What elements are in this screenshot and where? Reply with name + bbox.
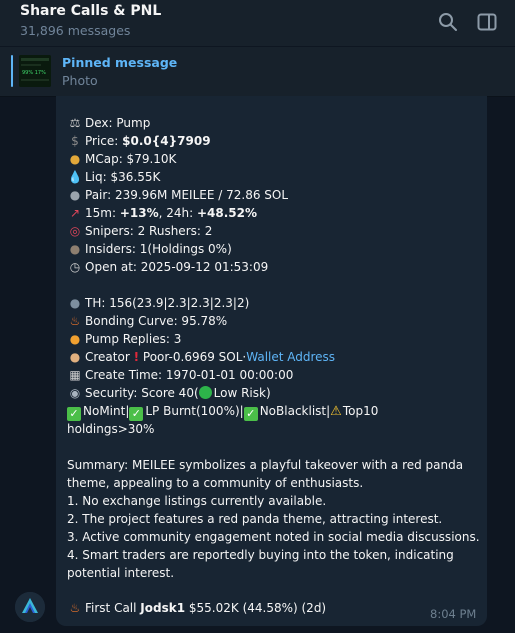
summary-line: theme, appealing to a community of enthu… <box>67 476 364 490</box>
summary-line: 3. Active community engagement noted in … <box>67 530 480 544</box>
pinned-title[interactable]: Pinned message <box>62 55 177 70</box>
first-call-user: Jodsk1 <box>140 601 186 615</box>
create-time-line: ▦ Create Time: 1970-01-01 00:00:00 <box>67 366 293 384</box>
pinned-message-bar[interactable]: 99% 17% Pinned message Photo <box>0 47 515 96</box>
dex-line: ⚖ Dex: Pump <box>67 114 151 132</box>
summary-line: Summary: MEILEE symbolizes a playful tak… <box>67 458 464 472</box>
fire-icon: ♨ <box>69 601 81 615</box>
liq-line: 💧 Liq: $36.55K <box>67 170 161 184</box>
globe-icon: ● <box>69 188 81 202</box>
green-circle-icon <box>198 386 212 399</box>
price-line: $ Price: $0.0{4}7909 <box>67 132 211 150</box>
warning-icon: ⚠ <box>330 404 342 419</box>
chart-up-icon: ↗ <box>69 206 81 220</box>
chat-header: Share Calls & PNL 31,896 messages <box>0 0 515 46</box>
target-icon: ◎ <box>69 224 81 238</box>
pinned-thumb-text: 99% 17% <box>22 70 46 76</box>
summary-line: 1. No exchange listings currently availa… <box>67 494 327 508</box>
snipers-line: ◎ Snipers: 2 Rushers: 2 <box>67 222 213 240</box>
summary-line: potential interest. <box>67 566 175 580</box>
avatar[interactable] <box>15 592 45 622</box>
dollar-icon: $ <box>71 134 79 148</box>
security-line: ◉ Security: Score 40(Low Risk) <box>67 384 271 402</box>
fire-icon: ♨ <box>69 314 81 328</box>
check-icon: ✓ <box>243 407 258 421</box>
open-at-line: ◷ Open at: 2025-09-12 01:53:09 <box>67 258 268 276</box>
check-icon: ✓ <box>67 407 81 421</box>
sidebar-toggle-icon[interactable] <box>475 10 499 34</box>
droplet-icon: 💧 <box>67 170 83 184</box>
search-icon[interactable] <box>436 10 460 34</box>
pill-icon: ● <box>69 332 81 346</box>
th-line: ● TH: 156(23.9|2.3|2.3|2.3|2) <box>67 294 250 312</box>
message-count: 31,896 messages <box>20 23 131 38</box>
chef-icon: ● <box>69 350 81 364</box>
wallet-address-link[interactable]: Wallet Address <box>246 350 335 364</box>
calendar-icon: ▦ <box>69 368 81 382</box>
replies-line: ● Pump Replies: 3 <box>67 330 182 348</box>
change-line: ↗ 15m: +13%, 24h: +48.52% <box>67 204 257 222</box>
rat-icon: ● <box>69 242 81 256</box>
mcap-line: ● MCap: $79.10K <box>67 150 177 168</box>
flags-line: ✓ NoMint| ✓ LP Burnt(100%)| ✓ NoBlacklist|⚠To… <box>67 402 378 421</box>
creator-line: ● Creator ! Poor-0.6969 SOL·Wallet Addres… <box>67 348 335 366</box>
bonding-line: ♨ Bonding Curve: 95.78% <box>67 312 228 330</box>
price-value: $0.0{4}7909 <box>122 134 211 148</box>
check-icon: ✓ <box>129 407 144 421</box>
money-bag-icon: ● <box>69 152 81 166</box>
magnifier-icon: ◉ <box>69 386 81 400</box>
first-call-line: ♨ First Call Jodsk1 $55.02K (44.58%) (2d) <box>67 599 327 617</box>
chat-title[interactable]: Share Calls & PNL <box>20 3 161 19</box>
pinned-subtitle: Photo <box>62 73 98 88</box>
flags-line-cont: holdings>30% <box>67 422 155 436</box>
pinned-thumbnail: 99% 17% <box>19 55 51 87</box>
scales-icon: ⚖ <box>69 116 81 130</box>
dex-value: Pump <box>116 116 151 130</box>
summary-line: 4. Smart traders are reportedly buying i… <box>67 548 454 562</box>
message-time: 8:04 PM <box>430 607 477 621</box>
summary-line: 2. The project features a red panda them… <box>67 512 443 526</box>
clock-icon: ◷ <box>69 260 81 274</box>
pair-line: ● Pair: 239.96M MEILEE / 72.86 SOL <box>67 186 288 204</box>
people-icon: ● <box>69 296 81 310</box>
pinned-indicator <box>11 55 13 87</box>
insiders-line: ● Insiders: 1(Holdings 0%) <box>67 240 232 258</box>
